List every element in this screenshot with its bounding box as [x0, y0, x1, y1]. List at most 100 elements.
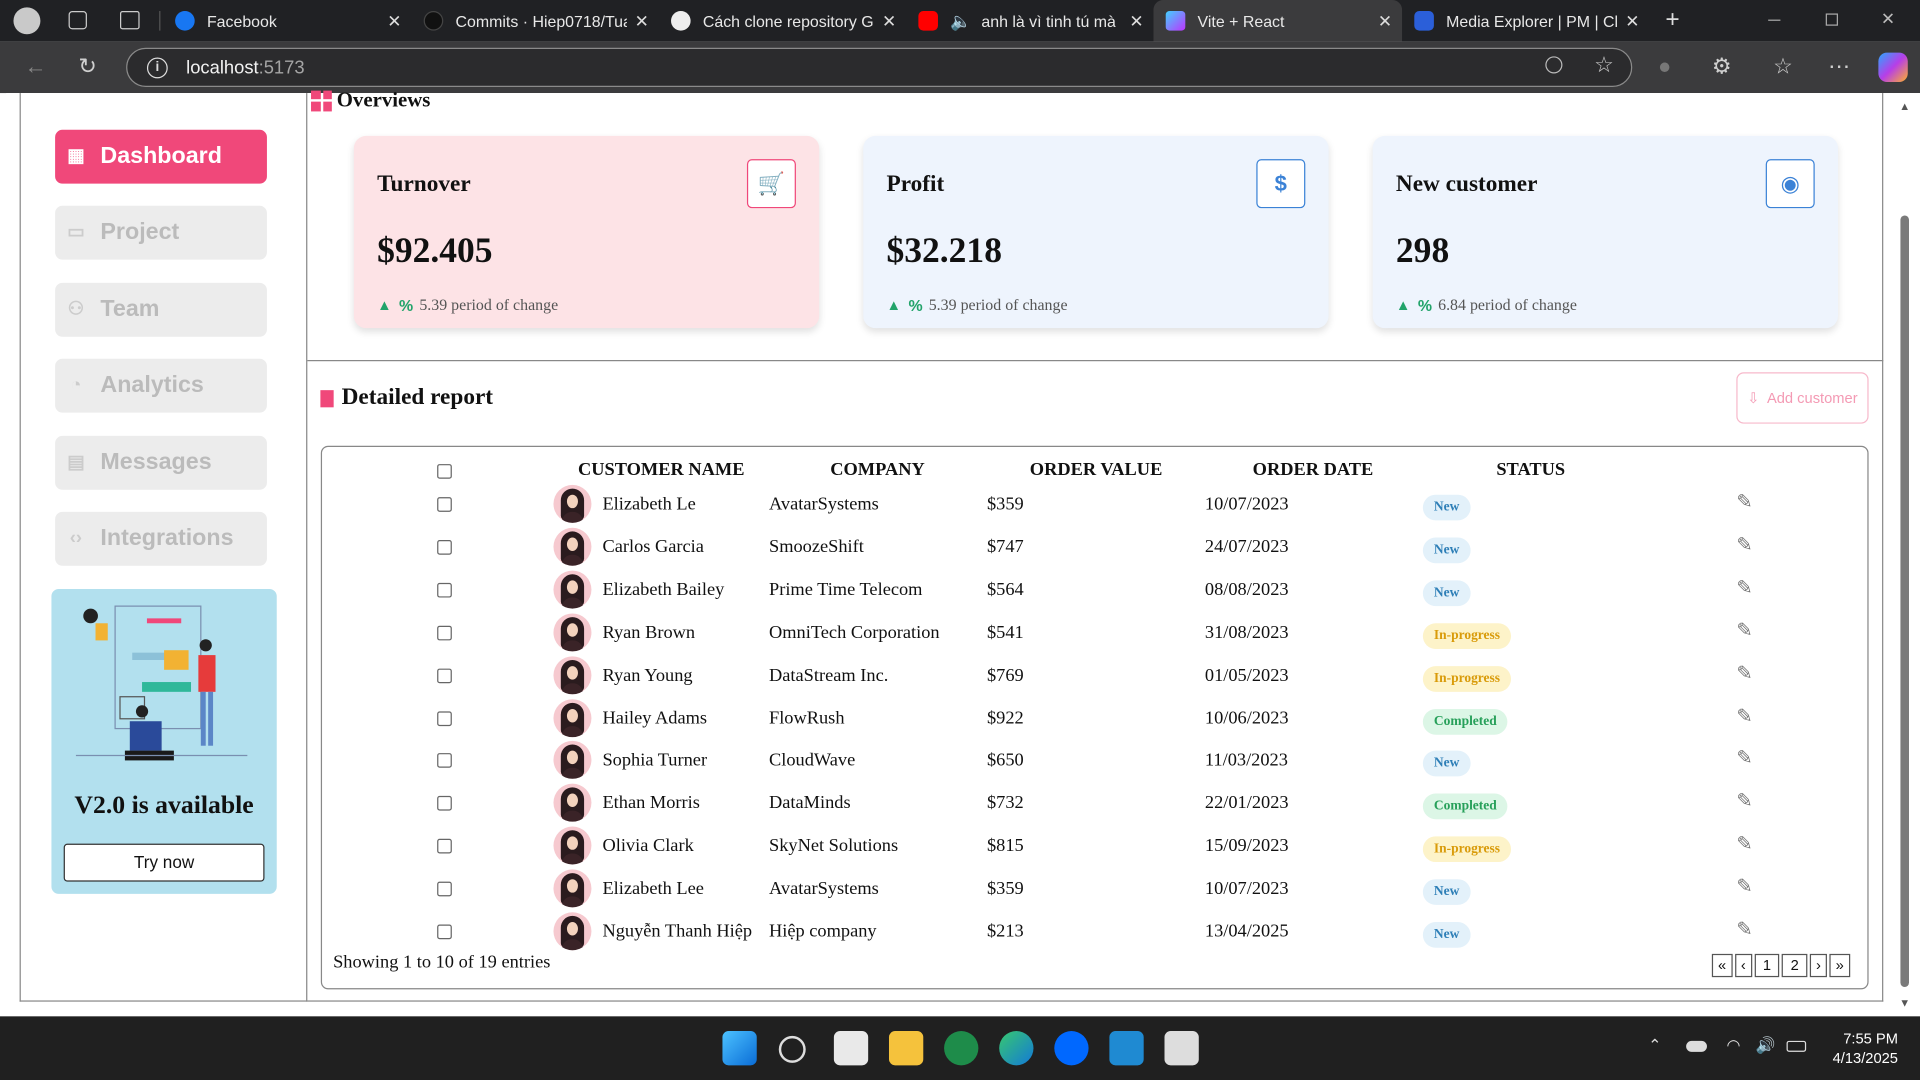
sidebar-item-messages[interactable]: ▤ Messages [55, 435, 267, 490]
chevron-up-icon[interactable]: ⌃ [1648, 1036, 1661, 1056]
edit-pencil-icon[interactable]: ✎ [1736, 746, 1752, 770]
scroll-thumb[interactable] [1900, 215, 1909, 987]
row-checkbox[interactable] [437, 796, 452, 811]
header-customer-name[interactable]: CUSTOMER NAME [578, 460, 745, 481]
page-2-button[interactable]: 2 [1782, 953, 1808, 978]
close-icon[interactable]: ✕ [635, 11, 649, 32]
store-icon[interactable] [833, 1031, 869, 1066]
site-info-icon[interactable]: i [146, 57, 168, 79]
header-order-date[interactable]: ORDER DATE [1253, 460, 1374, 481]
row-checkbox[interactable] [437, 497, 452, 512]
battery-icon[interactable] [1786, 1040, 1807, 1052]
row-checkbox[interactable] [437, 582, 452, 598]
restore-icon[interactable] [1825, 13, 1838, 26]
file-explorer-icon[interactable] [888, 1031, 924, 1066]
more-menu-icon[interactable]: ⋯ [1828, 54, 1850, 80]
onedrive-icon[interactable] [1686, 1040, 1707, 1052]
order-date: 15/09/2023 [1204, 836, 1289, 857]
favorite-star-icon[interactable]: ☆ [1594, 53, 1614, 79]
tab-media-explorer[interactable]: Media Explorer | PM | Clo ✕ [1402, 0, 1649, 42]
edit-pencil-icon[interactable]: ✎ [1736, 874, 1752, 898]
row-checkbox[interactable] [437, 668, 452, 683]
row-checkbox[interactable] [437, 924, 452, 940]
header-status[interactable]: STATUS [1496, 460, 1565, 481]
status-badge: New [1422, 580, 1471, 606]
sidebar-item-project[interactable]: ▭ Project [55, 205, 267, 260]
extension-bot-icon[interactable]: ● [1658, 54, 1671, 80]
extensions-puzzle-icon[interactable]: ⚙ [1712, 54, 1732, 80]
page-1-button[interactable]: 1 [1754, 953, 1780, 978]
close-icon[interactable]: ✕ [1378, 11, 1392, 32]
select-all-checkbox[interactable] [437, 464, 452, 479]
sidebar-item-analytics[interactable]: ◔ Analytics [55, 358, 267, 413]
close-icon[interactable]: ✕ [1129, 11, 1143, 32]
system-clock[interactable]: 7:55 PM 4/13/2025 [1833, 1029, 1898, 1068]
header-order-value[interactable]: ORDER VALUE [1030, 460, 1163, 481]
header-company[interactable]: COMPANY [830, 460, 925, 481]
tab-github[interactable]: Commits · Hiep0718/Tuan ✕ [411, 0, 658, 42]
page-scrollbar[interactable]: ▲ ▼ [1893, 93, 1920, 1017]
search-icon[interactable] [778, 1035, 806, 1063]
copilot-icon[interactable] [1878, 52, 1908, 83]
close-icon[interactable]: ✕ [882, 11, 896, 32]
first-page-button[interactable]: « [1711, 953, 1733, 978]
sidebar-item-team[interactable]: ⚇ Team [55, 282, 267, 337]
row-checkbox[interactable] [437, 539, 452, 555]
workspaces-icon[interactable] [68, 11, 87, 30]
back-icon[interactable]: ← [24, 54, 46, 80]
avatar [553, 826, 592, 865]
edit-pencil-icon[interactable]: ✎ [1736, 789, 1752, 813]
row-checkbox[interactable] [437, 839, 452, 854]
tab-youtube[interactable]: 🔈 anh là vì tinh tú mà e ✕ [906, 0, 1153, 42]
add-customer-button[interactable]: ⇩ Add customer [1736, 372, 1869, 424]
tab-chatgpt[interactable]: Cách clone repository Git ✕ [659, 0, 906, 42]
last-page-button[interactable]: » [1829, 953, 1850, 978]
profile-avatar-icon[interactable] [13, 7, 41, 35]
zoom-icon[interactable] [1545, 56, 1563, 74]
tab-vite-react[interactable]: Vite + React ✕ [1153, 0, 1403, 42]
sidebar-item-dashboard[interactable]: ▦ Dashboard [55, 129, 267, 184]
edit-pencil-icon[interactable]: ✎ [1736, 661, 1752, 685]
minimize-icon[interactable] [1768, 19, 1781, 21]
sidebar-item-label: Dashboard [100, 143, 222, 169]
vertical-tabs-icon[interactable] [120, 11, 140, 30]
edge-icon[interactable] [999, 1031, 1034, 1066]
edit-pencil-icon[interactable]: ✎ [1736, 832, 1752, 856]
snipping-tool-icon[interactable] [1164, 1031, 1199, 1066]
close-icon[interactable]: ✕ [1625, 11, 1639, 32]
windows-start-icon[interactable] [722, 1031, 757, 1066]
zalo-icon[interactable] [1054, 1031, 1089, 1066]
app-icon[interactable] [944, 1031, 979, 1066]
volume-icon[interactable]: 🔊 [1756, 1036, 1776, 1056]
vscode-icon[interactable] [1109, 1031, 1144, 1066]
scroll-down-icon[interactable]: ▼ [1899, 997, 1910, 1009]
close-icon[interactable]: ✕ [387, 11, 401, 32]
favorites-icon[interactable]: ☆ [1773, 54, 1793, 80]
edit-pencil-icon[interactable]: ✎ [1736, 618, 1752, 642]
wifi-icon[interactable]: ◠ [1727, 1036, 1741, 1056]
sidebar-item-integrations[interactable]: ‹› Integrations [55, 511, 267, 566]
refresh-icon[interactable]: ↻ [78, 54, 96, 80]
scroll-up-icon[interactable]: ▲ [1899, 100, 1910, 112]
tab-facebook[interactable]: Facebook ✕ [163, 0, 412, 42]
next-page-button[interactable]: › [1809, 953, 1828, 978]
edit-pencil-icon[interactable]: ✎ [1736, 533, 1752, 557]
avatar [553, 869, 592, 908]
new-tab-icon[interactable]: + [1665, 6, 1679, 34]
edit-pencil-icon[interactable]: ✎ [1736, 575, 1752, 599]
pagination: « ‹ 1 2 › » [1709, 953, 1850, 978]
try-now-button[interactable]: Try now [63, 843, 265, 882]
speaker-icon[interactable]: 🔈 [950, 10, 971, 31]
edit-pencil-icon[interactable]: ✎ [1736, 917, 1752, 941]
address-bar[interactable]: i localhost:5173 ☆ [126, 47, 1633, 87]
dollar-icon: $ [1256, 159, 1306, 209]
row-checkbox[interactable] [437, 753, 452, 769]
prev-page-button[interactable]: ‹ [1734, 953, 1752, 978]
window-close-icon[interactable]: ✕ [1881, 9, 1895, 30]
row-checkbox[interactable] [437, 881, 452, 897]
clock-time: 7:55 PM [1843, 1029, 1898, 1047]
edit-pencil-icon[interactable]: ✎ [1736, 703, 1752, 727]
row-checkbox[interactable] [437, 710, 452, 726]
row-checkbox[interactable] [437, 625, 452, 641]
edit-pencil-icon[interactable]: ✎ [1736, 490, 1752, 514]
